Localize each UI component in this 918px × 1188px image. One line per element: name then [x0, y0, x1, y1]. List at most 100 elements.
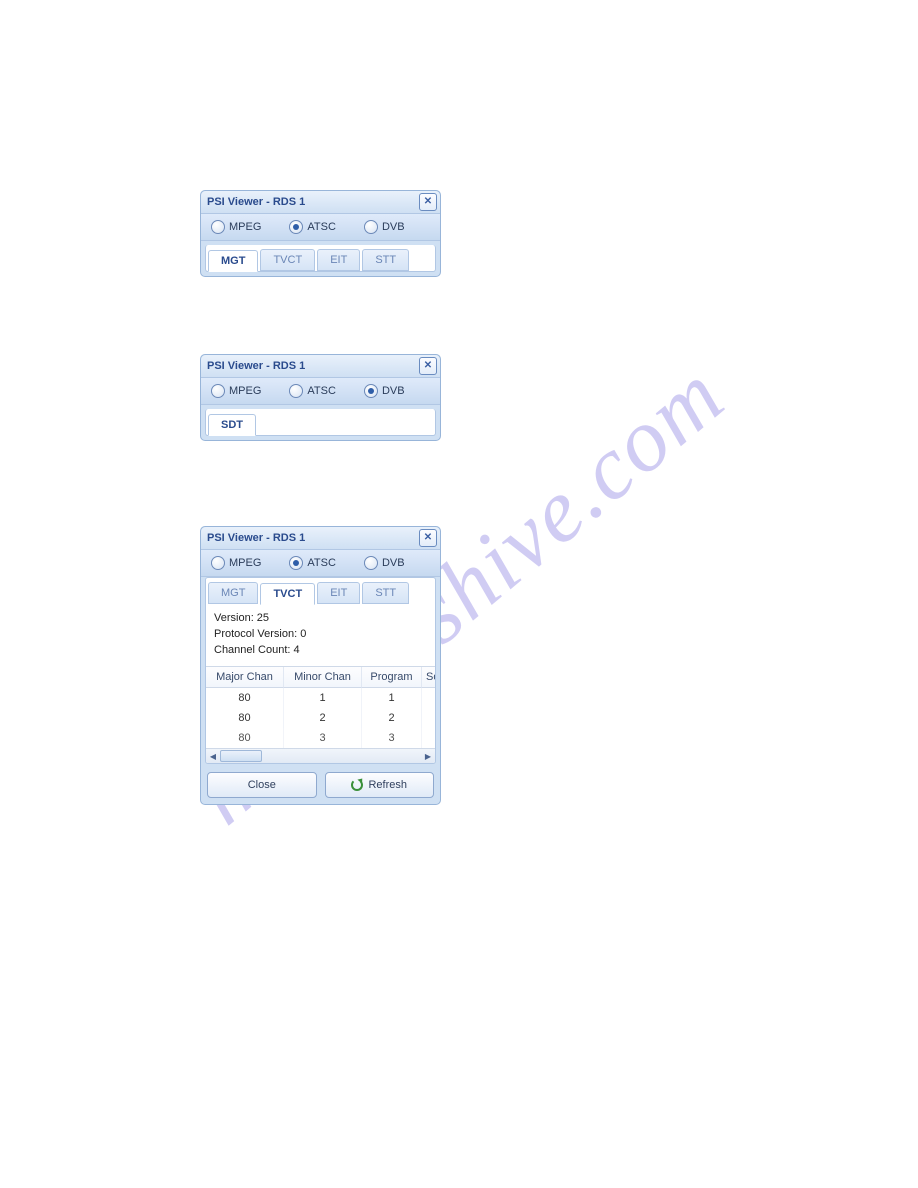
cell-major: 80 — [206, 728, 284, 748]
tab-label: SDT — [221, 419, 243, 431]
radio-label: DVB — [382, 221, 405, 233]
cell-empty — [422, 708, 436, 728]
table-area: Major Chan Minor Chan Program Sou 80 1 1… — [206, 666, 435, 763]
button-label: Close — [248, 779, 276, 791]
radio-atsc[interactable]: ATSC — [289, 220, 336, 234]
tab-label: MGT — [221, 587, 245, 599]
radio-label: MPEG — [229, 557, 261, 569]
close-icon: ✕ — [424, 533, 432, 543]
window-title: PSI Viewer - RDS 1 — [207, 196, 305, 208]
close-panel-button[interactable]: Close — [207, 772, 317, 798]
cell-major: 80 — [206, 688, 284, 708]
tab-label: STT — [375, 254, 396, 266]
tabstrip: MGT TVCT EIT STT — [205, 577, 436, 604]
cell-empty — [422, 728, 436, 748]
refresh-button[interactable]: Refresh — [325, 772, 435, 798]
tab-sdt[interactable]: SDT — [208, 414, 256, 436]
info-line-channels: Channel Count: 4 — [214, 642, 427, 658]
cell-minor: 1 — [284, 688, 362, 708]
cell-minor: 3 — [284, 728, 362, 748]
radio-mpeg[interactable]: MPEG — [211, 220, 261, 234]
tabstrip: MGT TVCT EIT STT — [205, 245, 436, 272]
col-header-minor[interactable]: Minor Chan — [284, 667, 362, 688]
cell-program: 1 — [362, 688, 422, 708]
col-header-major[interactable]: Major Chan — [206, 667, 284, 688]
radio-label: DVB — [382, 385, 405, 397]
window-title: PSI Viewer - RDS 1 — [207, 360, 305, 372]
titlebar: PSI Viewer - RDS 1 ✕ — [201, 527, 440, 550]
scroll-thumb[interactable] — [220, 750, 262, 762]
psi-viewer-panel-2: PSI Viewer - RDS 1 ✕ MPEG ATSC DVB SDT — [200, 354, 441, 441]
tab-label: EIT — [330, 254, 347, 266]
col-header-program[interactable]: Program — [362, 667, 422, 688]
tab-label: TVCT — [273, 254, 302, 266]
info-line-version: Version: 25 — [214, 610, 427, 626]
mode-radio-group: MPEG ATSC DVB — [201, 550, 440, 577]
tab-tvct[interactable]: TVCT — [260, 583, 315, 605]
radio-dot-icon — [364, 220, 378, 234]
close-button[interactable]: ✕ — [419, 529, 437, 547]
tab-label: MGT — [221, 255, 245, 267]
psi-viewer-panel-3: PSI Viewer - RDS 1 ✕ MPEG ATSC DVB MGT T… — [200, 526, 441, 805]
cell-major: 80 — [206, 708, 284, 728]
radio-label: ATSC — [307, 557, 336, 569]
radio-mpeg[interactable]: MPEG — [211, 556, 261, 570]
close-icon: ✕ — [424, 361, 432, 371]
tab-stt[interactable]: STT — [362, 582, 409, 604]
tab-label: EIT — [330, 587, 347, 599]
radio-dot-icon — [211, 384, 225, 398]
window-title: PSI Viewer - RDS 1 — [207, 532, 305, 544]
scroll-left-icon[interactable]: ◀ — [206, 750, 220, 762]
close-button[interactable]: ✕ — [419, 357, 437, 375]
radio-dot-icon — [289, 220, 303, 234]
col-header-sou[interactable]: Sou — [422, 667, 436, 688]
close-button[interactable]: ✕ — [419, 193, 437, 211]
titlebar: PSI Viewer - RDS 1 ✕ — [201, 355, 440, 378]
radio-dot-icon — [211, 220, 225, 234]
tab-mgt[interactable]: MGT — [208, 250, 258, 272]
scroll-track[interactable] — [220, 749, 421, 763]
table-header-row: Major Chan Minor Chan Program Sou — [206, 667, 436, 688]
psi-viewer-panel-1: PSI Viewer - RDS 1 ✕ MPEG ATSC DVB MGT T… — [200, 190, 441, 277]
radio-label: ATSC — [307, 221, 336, 233]
cell-program: 2 — [362, 708, 422, 728]
info-text-area: Version: 25 Protocol Version: 0 Channel … — [206, 604, 435, 666]
radio-atsc[interactable]: ATSC — [289, 384, 336, 398]
table-row[interactable]: 80 2 2 — [206, 708, 436, 728]
cell-empty — [422, 688, 436, 708]
radio-dot-icon — [364, 384, 378, 398]
table-row[interactable]: 80 1 1 — [206, 688, 436, 708]
table-row[interactable]: 80 3 3 — [206, 728, 436, 748]
radio-dot-icon — [364, 556, 378, 570]
close-icon: ✕ — [424, 197, 432, 207]
refresh-icon — [351, 779, 363, 791]
radio-dot-icon — [289, 384, 303, 398]
radio-dvb[interactable]: DVB — [364, 220, 405, 234]
radio-label: ATSC — [307, 385, 336, 397]
tab-label: STT — [375, 587, 396, 599]
radio-dot-icon — [289, 556, 303, 570]
tab-eit[interactable]: EIT — [317, 249, 360, 271]
tab-label: TVCT — [273, 588, 302, 600]
tab-mgt[interactable]: MGT — [208, 582, 258, 604]
radio-label: DVB — [382, 557, 405, 569]
button-bar: Close Refresh — [201, 764, 440, 804]
scroll-right-icon[interactable]: ▶ — [421, 750, 435, 762]
cell-minor: 2 — [284, 708, 362, 728]
radio-dvb[interactable]: DVB — [364, 384, 405, 398]
radio-mpeg[interactable]: MPEG — [211, 384, 261, 398]
mode-radio-group: MPEG ATSC DVB — [201, 378, 440, 405]
button-label: Refresh — [368, 779, 407, 791]
tabstrip: SDT — [205, 409, 436, 436]
horizontal-scrollbar[interactable]: ◀ ▶ — [206, 748, 435, 763]
panel-body: Version: 25 Protocol Version: 0 Channel … — [205, 604, 436, 764]
mode-radio-group: MPEG ATSC DVB — [201, 214, 440, 241]
radio-dvb[interactable]: DVB — [364, 556, 405, 570]
tab-tvct[interactable]: TVCT — [260, 249, 315, 271]
radio-dot-icon — [211, 556, 225, 570]
tab-eit[interactable]: EIT — [317, 582, 360, 604]
radio-atsc[interactable]: ATSC — [289, 556, 336, 570]
radio-label: MPEG — [229, 221, 261, 233]
tab-stt[interactable]: STT — [362, 249, 409, 271]
titlebar: PSI Viewer - RDS 1 ✕ — [201, 191, 440, 214]
